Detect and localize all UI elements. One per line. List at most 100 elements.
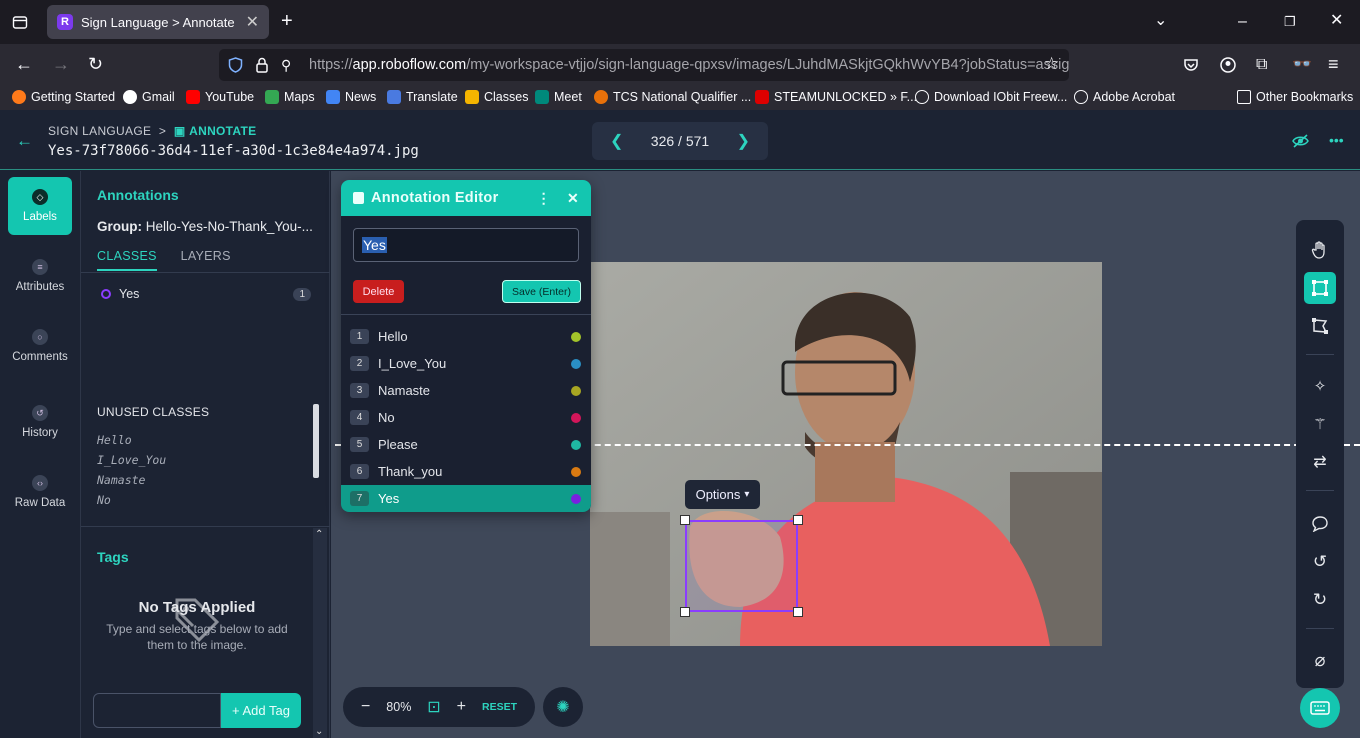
restore-icon[interactable]: ❐ [1284, 14, 1296, 30]
unlock-icon[interactable]: ⊡ [427, 697, 440, 717]
null-annotation-icon[interactable]: ⌀ [1304, 644, 1336, 676]
tab-list-icon[interactable] [12, 14, 28, 30]
scroll-up-icon[interactable]: ⌃ [315, 529, 323, 540]
add-tag-button[interactable]: + Add Tag [221, 693, 301, 728]
class-option[interactable]: 4 No [341, 404, 591, 431]
permissions-icon[interactable]: ⚲ [281, 57, 291, 73]
class-option[interactable]: 7 Yes [341, 485, 591, 512]
breadcrumb-project[interactable]: SIGN LANGUAGE [48, 124, 151, 138]
keyboard-icon[interactable] [1300, 688, 1340, 728]
rail-raw-data[interactable]: ‹› Raw Data [8, 463, 72, 521]
class-option[interactable]: 5 Please [341, 431, 591, 458]
class-color-dot [571, 331, 581, 342]
resize-handle[interactable] [793, 515, 803, 525]
browser-tab-active[interactable]: R Sign Language > Annotate ✕ [47, 5, 269, 39]
smart-select-icon[interactable]: ✧ [1304, 370, 1336, 402]
bounding-box-tool-icon[interactable] [1304, 272, 1336, 304]
extension-glasses-icon[interactable]: 👓 [1292, 57, 1312, 73]
bookmark-youtube[interactable]: YouTube [186, 90, 254, 104]
more-vertical-icon[interactable]: ⋮ [537, 190, 551, 207]
editor-title: Annotation Editor [371, 190, 499, 206]
minimize-icon[interactable]: – [1238, 14, 1247, 30]
tab-layers[interactable]: LAYERS [181, 249, 231, 263]
class-option[interactable]: 3 Namaste [341, 377, 591, 404]
hide-annotations-icon[interactable] [1292, 134, 1309, 148]
bookmark-tcs[interactable]: TCS National Qualifier ... [594, 90, 751, 104]
unused-class-item[interactable]: I_Love_You [97, 453, 166, 467]
lock-icon[interactable] [255, 57, 269, 73]
bookmark-classes[interactable]: Classes [465, 90, 528, 104]
rail-attributes[interactable]: ≡ Attributes [8, 247, 72, 305]
class-option[interactable]: 2 I_Love_You [341, 350, 591, 377]
tab-close-icon[interactable]: ✕ [246, 12, 259, 32]
repeat-icon[interactable]: ⇄ [1304, 446, 1336, 478]
unused-class-item[interactable]: No [97, 493, 111, 507]
comment-icon[interactable] [1304, 508, 1336, 540]
next-image-icon[interactable]: ❯ [737, 131, 750, 151]
bookmark-news[interactable]: News [326, 90, 376, 104]
brightness-icon[interactable]: ✺ [543, 687, 583, 727]
shield-icon[interactable] [228, 57, 243, 73]
window-close-icon[interactable]: ✕ [1330, 13, 1343, 29]
prev-image-icon[interactable]: ❮ [610, 131, 623, 151]
options-button[interactable]: Options ▾ [685, 480, 760, 509]
pocket-icon[interactable] [1183, 57, 1199, 73]
back-icon[interactable]: ← [15, 55, 33, 73]
annotated-photo[interactable] [590, 262, 1102, 646]
polygon-tool-icon[interactable] [1304, 310, 1336, 342]
undo-icon[interactable]: ↺ [1304, 546, 1336, 578]
resize-handle[interactable] [793, 607, 803, 617]
save-button[interactable]: Save (Enter) [502, 280, 581, 303]
class-shortcut-number: 4 [350, 410, 369, 425]
scroll-down-icon[interactable]: ⌄ [315, 726, 323, 737]
zoom-out-icon[interactable]: − [361, 698, 370, 716]
close-icon[interactable]: ✕ [567, 190, 579, 207]
rail-history[interactable]: ↺ History [8, 393, 72, 451]
account-icon[interactable] [1220, 57, 1236, 73]
classroom-icon [465, 90, 479, 104]
zoom-in-icon[interactable]: + [457, 698, 466, 716]
lock-icon[interactable] [353, 192, 364, 204]
rail-labels[interactable]: ◇ Labels [8, 177, 72, 235]
bookmark-getting-started[interactable]: Getting Started [12, 90, 115, 104]
resize-handle[interactable] [680, 607, 690, 617]
unused-class-item[interactable]: Namaste [97, 473, 145, 487]
bookmark-meet[interactable]: Meet [535, 90, 582, 104]
url-bar[interactable]: ⚲ https://app.roboflow.com/my-workspace-… [219, 49, 1069, 81]
back-arrow-icon[interactable]: ← [16, 132, 33, 149]
reload-icon[interactable]: ↻ [88, 55, 103, 73]
tags-scrollbar[interactable]: ⌃ ⌄ [313, 528, 327, 738]
bookmark-star-icon[interactable]: ☆ [1044, 55, 1059, 72]
bounding-box[interactable] [685, 520, 798, 612]
pan-hand-icon[interactable] [1304, 234, 1336, 266]
extensions-icon[interactable]: ⧉ [1256, 57, 1267, 73]
bookmark-maps[interactable]: Maps [265, 90, 315, 104]
magic-wand-icon[interactable]: ⚚ [1304, 408, 1336, 440]
bookmark-translate[interactable]: Translate [387, 90, 458, 104]
unused-class-item[interactable]: Hello [97, 433, 132, 447]
menu-icon[interactable]: ≡ [1328, 55, 1339, 73]
delete-button[interactable]: Delete [353, 280, 404, 303]
more-options-icon[interactable]: ••• [1329, 132, 1344, 148]
bookmark-gmail[interactable]: Gmail [123, 90, 175, 104]
redo-icon[interactable]: ↻ [1304, 584, 1336, 616]
resize-handle[interactable] [680, 515, 690, 525]
other-bookmarks[interactable]: Other Bookmarks [1237, 90, 1353, 104]
bookmark-steamunlocked[interactable]: STEAMUNLOCKED » F... [755, 90, 917, 104]
class-name-input[interactable]: Yes [353, 228, 579, 262]
class-option[interactable]: 1 Hello [341, 323, 591, 350]
list-all-tabs-icon[interactable]: ⌄ [1154, 13, 1167, 29]
tag-input[interactable] [93, 693, 221, 728]
bookmark-iobit[interactable]: Download IObit Freew... [915, 90, 1067, 104]
classes-scrollbar[interactable] [313, 404, 319, 478]
new-tab-icon[interactable]: + [281, 11, 293, 31]
forward-icon[interactable]: → [52, 55, 70, 73]
class-shortcut-number: 6 [350, 464, 369, 479]
used-class-row[interactable]: Yes 1 [101, 287, 311, 301]
reset-zoom-button[interactable]: RESET [482, 701, 517, 713]
bookmark-adobe-acrobat[interactable]: Adobe Acrobat [1074, 90, 1175, 104]
rail-comments[interactable]: ○ Comments [8, 317, 72, 375]
class-shortcut-number: 7 [350, 491, 369, 506]
class-option[interactable]: 6 Thank_you [341, 458, 591, 485]
tab-classes[interactable]: CLASSES [97, 249, 157, 271]
